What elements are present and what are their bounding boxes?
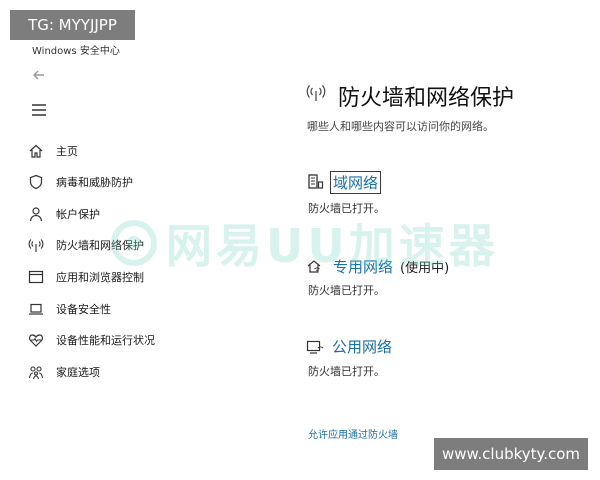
laptop-icon (29, 303, 43, 315)
private-network-icon (307, 260, 321, 273)
sidebar-item-app-browser-control[interactable]: 应用和浏览器控制 (28, 266, 144, 288)
family-icon (28, 366, 44, 380)
app-window-icon (28, 270, 44, 284)
sidebar-item-label: 主页 (56, 145, 78, 158)
sidebar-item-device-security[interactable]: 设备安全性 (28, 298, 111, 320)
private-network-status: 防火墙已打开。 (308, 284, 385, 297)
wifi-antenna-icon (306, 85, 326, 101)
back-arrow-icon (33, 70, 44, 80)
home-icon (29, 144, 43, 158)
sidebar-item-label: 病毒和威胁防护 (56, 176, 133, 189)
sidebar-item-label: 帐户保护 (56, 208, 100, 221)
allow-app-through-firewall-link[interactable]: 允许应用通过防火墙 (308, 426, 398, 441)
page-subtitle: 哪些人和哪些内容可以访问你的网络。 (307, 120, 494, 133)
sidebar-item-family-options[interactable]: 家庭选项 (28, 361, 100, 383)
sidebar-item-virus-protection[interactable]: 病毒和威胁防护 (28, 171, 133, 193)
shield-icon (29, 174, 43, 190)
sidebar-item-home[interactable]: 主页 (28, 140, 78, 162)
sidebar-item-label: 设备安全性 (56, 303, 111, 316)
private-network-link[interactable]: 专用网络 (333, 256, 393, 277)
window-title: Windows 安全中心 (32, 46, 120, 57)
back-button[interactable] (30, 66, 48, 84)
site-badge: www.clubkyty.com (434, 438, 588, 470)
sidebar-item-label: 应用和浏览器控制 (56, 271, 144, 284)
domain-network-status: 防火墙已打开。 (308, 202, 385, 215)
sidebar-item-label: 家庭选项 (56, 366, 100, 379)
public-network-link[interactable]: 公用网络 (332, 336, 392, 357)
person-icon (29, 207, 43, 222)
sidebar-item-firewall[interactable]: 防火墙和网络保护 (28, 234, 144, 256)
domain-network-link[interactable]: 域网络 (330, 171, 382, 194)
page-title: 防火墙和网络保护 (338, 86, 515, 111)
sidebar-item-label: 防火墙和网络保护 (56, 239, 144, 252)
domain-network-icon (308, 174, 324, 189)
wifi-antenna-icon (28, 239, 44, 252)
sidebar-item-account-protection[interactable]: 帐户保护 (28, 203, 100, 225)
sidebar-item-device-performance[interactable]: 设备性能和运行状况 (28, 329, 155, 351)
hamburger-icon (32, 104, 46, 116)
heart-pulse-icon (28, 334, 44, 347)
private-network-in-use-label: (使用中) (400, 261, 450, 276)
hamburger-menu-button[interactable] (30, 101, 48, 119)
tg-badge: TG: MYYJJPP (10, 10, 135, 40)
sidebar-item-label: 设备性能和运行状况 (56, 334, 155, 347)
public-network-icon (306, 340, 324, 354)
public-network-status: 防火墙已打开。 (308, 365, 385, 378)
